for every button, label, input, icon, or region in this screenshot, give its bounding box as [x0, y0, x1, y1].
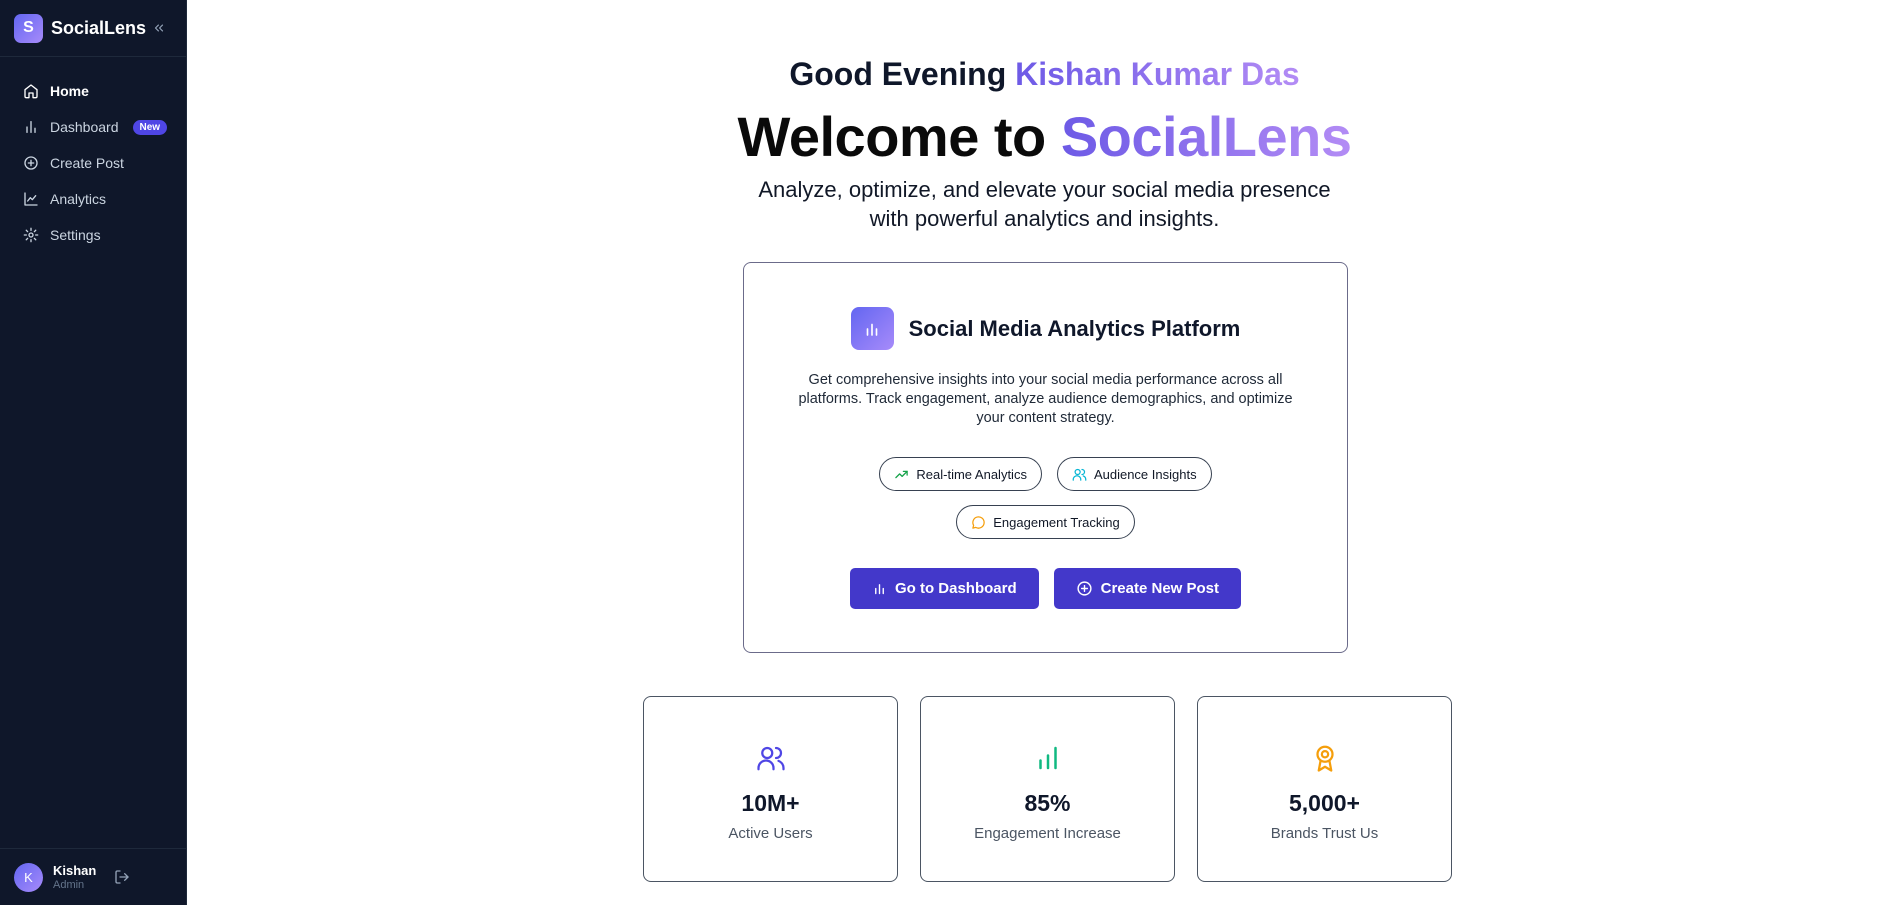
feature-pills: Real-time Analytics Audience Insights En…	[744, 457, 1347, 539]
logout-icon[interactable]	[114, 869, 130, 885]
trending-up-icon	[894, 467, 909, 482]
subtitle-line-1: Analyze, optimize, and elevate your soci…	[758, 177, 1331, 202]
stat-card-active-users: 10M+ Active Users	[643, 696, 898, 882]
feature-label: Audience Insights	[1093, 466, 1197, 482]
go-to-dashboard-button[interactable]: Go to Dashboard	[849, 568, 1039, 609]
user-info: Kishan Admin	[53, 863, 96, 891]
sidebar-item-label: Dashboard	[50, 119, 119, 135]
button-label: Go to Dashboard	[894, 580, 1017, 597]
stat-value: 85%	[1024, 790, 1071, 816]
card-header: Social Media Analytics Platform	[744, 307, 1347, 350]
avatar[interactable]: K	[14, 862, 43, 892]
button-label: Create New Post	[1100, 580, 1220, 597]
bar-chart-icon	[1033, 743, 1063, 778]
sidebar-item-dashboard[interactable]: Dashboard New	[0, 109, 186, 145]
subtitle-line-2: with powerful analytics and insights.	[869, 206, 1220, 231]
feature-label: Real-time Analytics	[916, 466, 1027, 482]
feature-label: Engagement Tracking	[993, 514, 1120, 530]
sidebar-item-label: Home	[50, 83, 89, 99]
page-title: Welcome to SocialLens	[187, 104, 1902, 169]
gear-icon	[22, 226, 40, 244]
user-name: Kishan	[53, 863, 97, 878]
users-icon	[1072, 467, 1087, 482]
plus-circle-icon	[1076, 580, 1093, 597]
award-icon	[1310, 743, 1340, 778]
sidebar-item-home[interactable]: Home	[0, 73, 186, 109]
user-role: Admin	[53, 879, 85, 891]
card-description: Get comprehensive insights into your soc…	[798, 372, 1293, 426]
sidebar-nav: Home Dashboard New Create Post Analytics	[0, 57, 186, 253]
sidebar-item-label: Create Post	[50, 155, 124, 171]
brand-logo[interactable]: S	[14, 13, 43, 43]
create-new-post-button[interactable]: Create New Post	[1053, 568, 1242, 609]
plus-circle-icon	[22, 154, 40, 172]
bar-chart-icon	[850, 307, 894, 350]
main-content: Good Evening Kishan Kumar Das Welcome to…	[187, 0, 1902, 905]
hero-subtitle: Analyze, optimize, and elevate your soci…	[187, 175, 1902, 233]
user-full-name: Kishan Kumar Das	[1015, 56, 1300, 92]
welcome-brand: SocialLens	[1060, 105, 1352, 168]
bar-chart-icon	[22, 118, 40, 136]
users-icon	[756, 743, 786, 778]
stat-label: Brands Trust Us	[1270, 825, 1379, 842]
stat-value: 10M+	[741, 790, 800, 816]
stat-label: Active Users	[728, 825, 813, 842]
sidebar: S SocialLens Home Dashboard New Create P…	[0, 0, 187, 905]
stat-label: Engagement Increase	[974, 825, 1121, 842]
new-badge: New	[132, 119, 168, 135]
sidebar-item-create-post[interactable]: Create Post	[0, 145, 186, 181]
sidebar-item-label: Analytics	[50, 191, 107, 207]
sidebar-item-settings[interactable]: Settings	[0, 217, 186, 253]
bar-chart-icon	[872, 581, 887, 596]
feature-pill-realtime-analytics[interactable]: Real-time Analytics	[879, 457, 1042, 491]
greeting-text: Good Evening	[789, 56, 1007, 92]
brand-header: S SocialLens	[0, 0, 186, 57]
welcome-prefix: Welcome to	[737, 105, 1047, 168]
stats-row: 10M+ Active Users 85% Engagement Increas…	[643, 696, 1452, 882]
feature-pill-engagement-tracking[interactable]: Engagement Tracking	[956, 505, 1135, 539]
home-icon	[22, 82, 40, 100]
brand-name[interactable]: SocialLens	[51, 18, 146, 39]
stat-card-brands: 5,000+ Brands Trust Us	[1197, 696, 1452, 882]
line-chart-icon	[22, 190, 40, 208]
message-circle-icon	[971, 515, 986, 530]
card-actions: Go to Dashboard Create New Post	[744, 568, 1347, 609]
card-title: Social Media Analytics Platform	[908, 315, 1241, 341]
platform-card: Social Media Analytics Platform Get comp…	[743, 262, 1348, 653]
sidebar-item-analytics[interactable]: Analytics	[0, 181, 186, 217]
sidebar-item-label: Settings	[50, 227, 101, 243]
stat-card-engagement: 85% Engagement Increase	[920, 696, 1175, 882]
greeting-heading: Good Evening Kishan Kumar Das	[187, 56, 1902, 93]
user-profile: K Kishan Admin	[0, 848, 187, 905]
feature-pill-audience-insights[interactable]: Audience Insights	[1056, 457, 1212, 491]
collapse-sidebar-icon[interactable]	[152, 21, 166, 35]
stat-value: 5,000+	[1289, 790, 1360, 816]
